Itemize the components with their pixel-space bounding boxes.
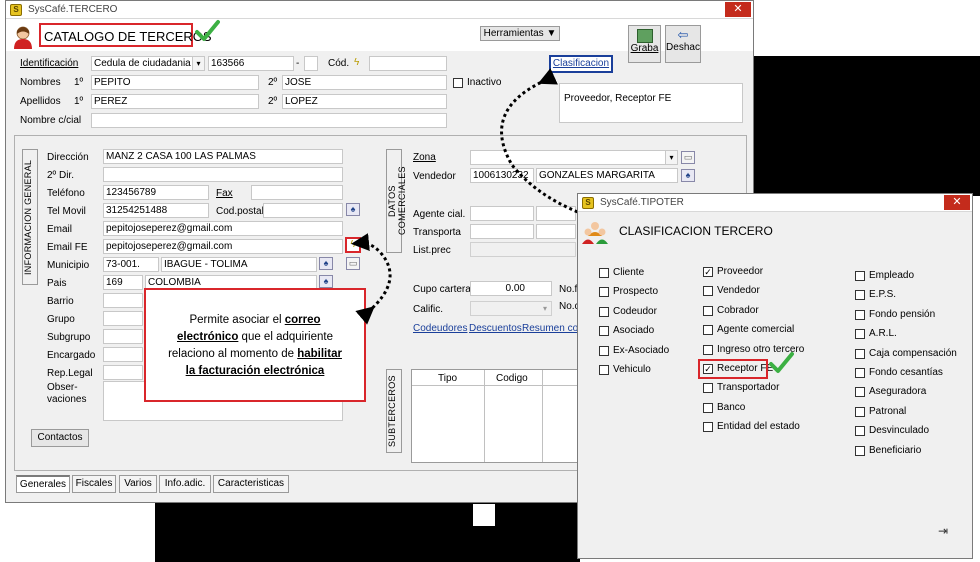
tipoter-window-title: SysCafé.TIPOTER xyxy=(600,197,684,208)
clasificacion-option-label: A.R.L. xyxy=(869,328,897,340)
receptor-fe-check-icon xyxy=(768,351,794,378)
clasificacion-option-label: Prospecto xyxy=(613,286,659,298)
clasificacion-option-label: Beneficiario xyxy=(869,444,922,456)
clasificacion-checkbox[interactable] xyxy=(855,387,865,398)
clasificacion-checkbox[interactable] xyxy=(703,286,713,297)
clasificacion-option-label: Ex-Asociado xyxy=(613,344,670,356)
clasificacion-checkbox[interactable] xyxy=(599,287,609,298)
clasificacion-option-label: Asociado xyxy=(613,325,655,337)
clasificacion-checkbox[interactable] xyxy=(703,325,713,336)
people-group-icon xyxy=(582,220,608,244)
tipoter-titlebar: S SysCafé.TIPOTER ✕ xyxy=(578,194,972,212)
tipoter-window: S SysCafé.TIPOTER ✕ CLASIFICACION TERCER… xyxy=(577,193,973,559)
clasificacion-option-label: Agente comercial xyxy=(717,324,795,336)
clasificacion-checkbox[interactable] xyxy=(855,445,865,456)
clasificacion-checkbox[interactable] xyxy=(855,368,865,378)
arrow-callout-to-emailfe xyxy=(351,233,392,325)
clasificacion-checkbox[interactable] xyxy=(855,290,865,301)
clasificacion-option-label: Caja compensación xyxy=(869,347,957,359)
clasificacion-checkbox[interactable] xyxy=(703,383,713,394)
clasificacion-option-label: Desvinculado xyxy=(869,425,930,437)
clasificacion-option-label: Patronal xyxy=(869,405,907,417)
clasificacion-checkbox[interactable] xyxy=(855,271,865,281)
clasificacion-checkbox[interactable] xyxy=(703,344,713,355)
clasificacion-option-label: Vendedor xyxy=(717,285,760,297)
clasificacion-option-label: Fondo cesantías xyxy=(869,367,943,378)
clasificacion-option-label: Cliente xyxy=(613,267,645,278)
clasificacion-checkbox[interactable] xyxy=(703,402,713,413)
receptor-fe-highlight xyxy=(698,359,768,379)
clasificacion-option-label: Transportador xyxy=(717,382,780,394)
close-icon: ✕ xyxy=(952,196,962,208)
clasificacion-option-label: Proveedor xyxy=(717,266,764,277)
clasificacion-checkbox[interactable] xyxy=(703,422,713,433)
clasificacion-checkbox[interactable] xyxy=(855,426,865,437)
clasificacion-option-label: Fondo pensión xyxy=(869,308,936,320)
clasificacion-option-label: Vehiculo xyxy=(613,364,651,375)
clasificacion-checkbox[interactable]: ✓ xyxy=(703,267,713,277)
clasificacion-option-label: Entidad del estado xyxy=(717,421,800,433)
clasificacion-checkbox[interactable] xyxy=(703,305,713,316)
clasificacion-checkbox[interactable] xyxy=(855,329,865,340)
clasificacion-option-label: Banco xyxy=(717,401,746,413)
tipoter-header-title: CLASIFICACION TERCERO xyxy=(619,224,773,238)
clasificacion-checkbox[interactable] xyxy=(599,268,609,278)
clasificacion-option-label: Aseguradora xyxy=(869,386,927,398)
clasificacion-checkbox[interactable] xyxy=(599,306,609,317)
clasificacion-option-label: Cobrador xyxy=(717,304,759,316)
clasificacion-checkbox[interactable] xyxy=(855,348,865,359)
clasificacion-checkbox[interactable] xyxy=(599,345,609,356)
clasificacion-option-label: Empleado xyxy=(869,270,915,281)
close-button[interactable]: ✕ xyxy=(944,195,970,210)
clasificacion-checkbox[interactable] xyxy=(599,365,609,375)
clasificacion-checkbox[interactable] xyxy=(855,309,865,320)
syscafe-app-icon: S xyxy=(582,197,594,209)
clasificacion-option-label: E.P.S. xyxy=(869,289,897,301)
clasificacion-option-label: Codeudor xyxy=(613,305,657,317)
clasificacion-checkbox[interactable] xyxy=(599,326,609,337)
clasificacion-checkbox[interactable] xyxy=(855,406,865,417)
exit-door-icon[interactable]: ⇥ xyxy=(938,524,952,538)
